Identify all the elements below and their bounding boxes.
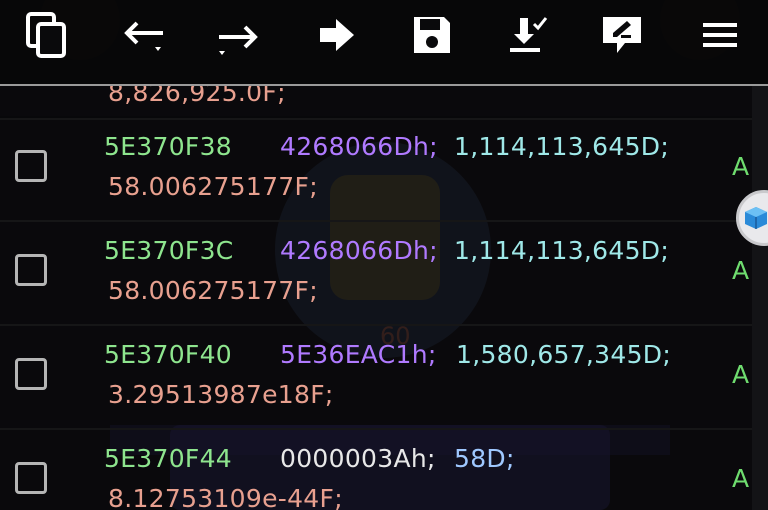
address-value: 5E370F3C <box>104 236 234 265</box>
menu-button[interactable] <box>696 12 744 58</box>
scrollbar-track[interactable] <box>752 86 768 510</box>
hex-value: 4268066Dh; <box>280 236 438 265</box>
download-button[interactable] <box>504 12 552 58</box>
toolbar <box>0 0 768 86</box>
next-button[interactable] <box>214 12 262 58</box>
hex-value: 4268066Dh; <box>280 132 438 161</box>
copy-button[interactable] <box>22 12 70 58</box>
row-checkbox[interactable] <box>15 462 47 494</box>
list-item[interactable]: 5E370F3C 4268066Dh; 1,114,113,645D; 58.0… <box>0 220 752 326</box>
address-value: 5E370F38 <box>104 132 233 161</box>
memory-results-list: 8,826,925.0F; 5E370F38 4268066Dh; 1,114,… <box>0 86 752 510</box>
float-value: 3.29513987e18F; <box>108 380 334 409</box>
save-button[interactable] <box>408 12 456 58</box>
prev-button[interactable] <box>120 12 168 58</box>
decimal-value: 58D; <box>454 444 515 473</box>
arrow-left-icon <box>124 21 163 51</box>
row-checkbox[interactable] <box>15 358 47 390</box>
arrow-right-icon <box>219 25 258 55</box>
list-item[interactable]: 5E370F44 0000003Ah; 58D; 8.12753109e-44F… <box>0 428 752 510</box>
decimal-value: 1,580,657,345D; <box>456 340 672 369</box>
row-checkbox[interactable] <box>15 254 47 286</box>
hex-value: 5E36EAC1h; <box>280 340 437 369</box>
float-value: 58.006275177F; <box>108 276 318 305</box>
goto-button[interactable] <box>312 12 360 58</box>
list-item[interactable]: 5E370F40 5E36EAC1h; 1,580,657,345D; 3.29… <box>0 324 752 430</box>
address-value: 5E370F44 <box>104 444 233 473</box>
hex-value: 0000003Ah; <box>280 444 436 473</box>
float-value: 58.006275177F; <box>108 172 318 201</box>
decimal-value: 1,114,113,645D; <box>454 132 670 161</box>
type-flag: A <box>732 360 750 389</box>
decimal-value: 1,114,113,645D; <box>454 236 670 265</box>
address-value: 5E370F40 <box>104 340 233 369</box>
list-item-partial[interactable]: 8,826,925.0F; <box>0 86 752 120</box>
cube-icon <box>745 207 767 229</box>
list-item[interactable]: 5E370F38 4268066Dh; 1,114,113,645D; 58.0… <box>0 116 752 222</box>
type-flag: A <box>732 152 750 181</box>
row-checkbox[interactable] <box>15 150 47 182</box>
type-flag: A <box>732 256 750 285</box>
edit-note-button[interactable] <box>598 12 646 58</box>
float-value: 8,826,925.0F; <box>108 86 286 107</box>
type-flag: A <box>732 464 750 493</box>
arrow-goto-icon <box>320 19 354 51</box>
save-icon <box>414 17 450 53</box>
edit-note-icon <box>603 17 641 53</box>
copy-icon <box>26 12 66 58</box>
float-value: 8.12753109e-44F; <box>108 484 343 510</box>
download-icon <box>510 17 548 52</box>
menu-icon <box>703 23 737 47</box>
